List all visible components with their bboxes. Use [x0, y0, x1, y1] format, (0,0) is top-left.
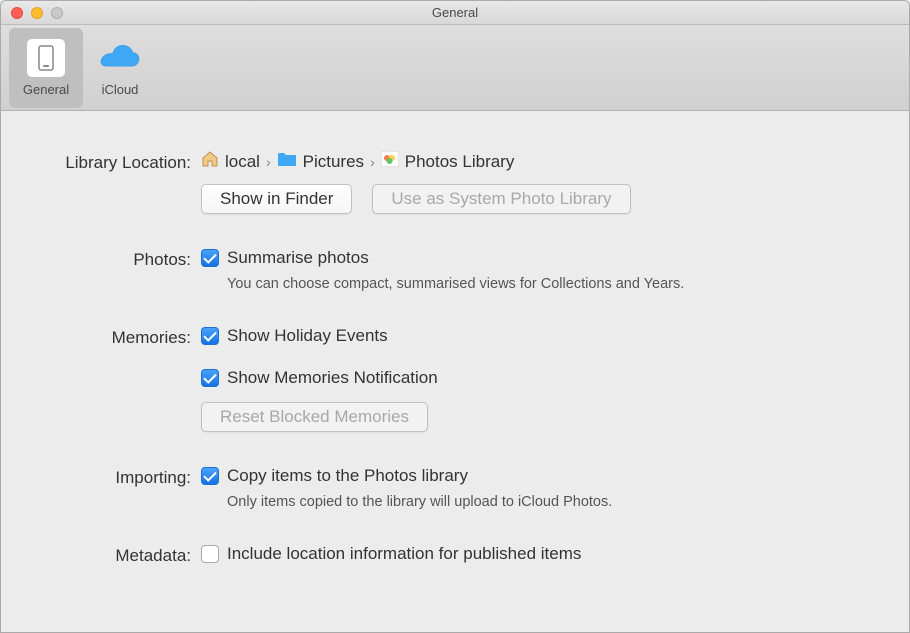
tab-general-label: General [23, 82, 69, 97]
minimize-icon[interactable] [31, 7, 43, 19]
checkbox-icon [201, 467, 219, 485]
breadcrumb-item: local [225, 152, 260, 172]
include-location-label: Include location information for publish… [227, 544, 581, 564]
checkbox-icon [201, 249, 219, 267]
importing-help-text: Only items copied to the library will up… [227, 494, 909, 510]
memories-notification-checkbox[interactable]: Show Memories Notification [201, 368, 909, 388]
summarise-photos-checkbox[interactable]: Summarise photos [201, 248, 909, 268]
show-in-finder-button[interactable]: Show in Finder [201, 184, 352, 214]
photos-library-icon [381, 151, 399, 172]
memories-notification-label: Show Memories Notification [227, 368, 438, 388]
include-location-checkbox[interactable]: Include location information for publish… [201, 544, 909, 564]
holiday-events-label: Show Holiday Events [227, 326, 388, 346]
chevron-right-icon: › [266, 154, 271, 170]
tab-icloud-label: iCloud [102, 82, 139, 97]
breadcrumb-item: Pictures [303, 152, 364, 172]
traffic-lights [11, 7, 63, 19]
copy-items-label: Copy items to the Photos library [227, 466, 468, 486]
preferences-window: General General iCloud Library Location: [0, 0, 910, 633]
summarise-help-text: You can choose compact, summarised views… [227, 276, 909, 292]
folder-icon [277, 152, 297, 172]
home-icon [201, 151, 219, 172]
library-location-label: Library Location: [1, 151, 201, 214]
checkbox-icon [201, 369, 219, 387]
holiday-events-checkbox[interactable]: Show Holiday Events [201, 326, 909, 346]
tab-general[interactable]: General [9, 28, 83, 108]
copy-items-checkbox[interactable]: Copy items to the Photos library [201, 466, 909, 486]
memories-label: Memories: [1, 326, 201, 432]
toolbar: General iCloud [1, 25, 909, 111]
zoom-icon [51, 7, 63, 19]
icloud-icon [100, 38, 140, 78]
reset-blocked-memories-button: Reset Blocked Memories [201, 402, 428, 432]
metadata-label: Metadata: [1, 544, 201, 566]
checkbox-icon [201, 545, 219, 563]
breadcrumb[interactable]: local › Pictures › [201, 151, 909, 172]
use-system-library-button: Use as System Photo Library [372, 184, 630, 214]
summarise-photos-label: Summarise photos [227, 248, 369, 268]
checkbox-icon [201, 327, 219, 345]
close-icon[interactable] [11, 7, 23, 19]
photos-label: Photos: [1, 248, 201, 292]
titlebar[interactable]: General [1, 1, 909, 25]
breadcrumb-item: Photos Library [405, 152, 515, 172]
tab-icloud[interactable]: iCloud [83, 28, 157, 108]
importing-label: Importing: [1, 466, 201, 510]
general-icon [26, 38, 66, 78]
content: Library Location: local › Pictures › [1, 111, 909, 632]
chevron-right-icon: › [370, 154, 375, 170]
window-title: General [1, 5, 909, 20]
